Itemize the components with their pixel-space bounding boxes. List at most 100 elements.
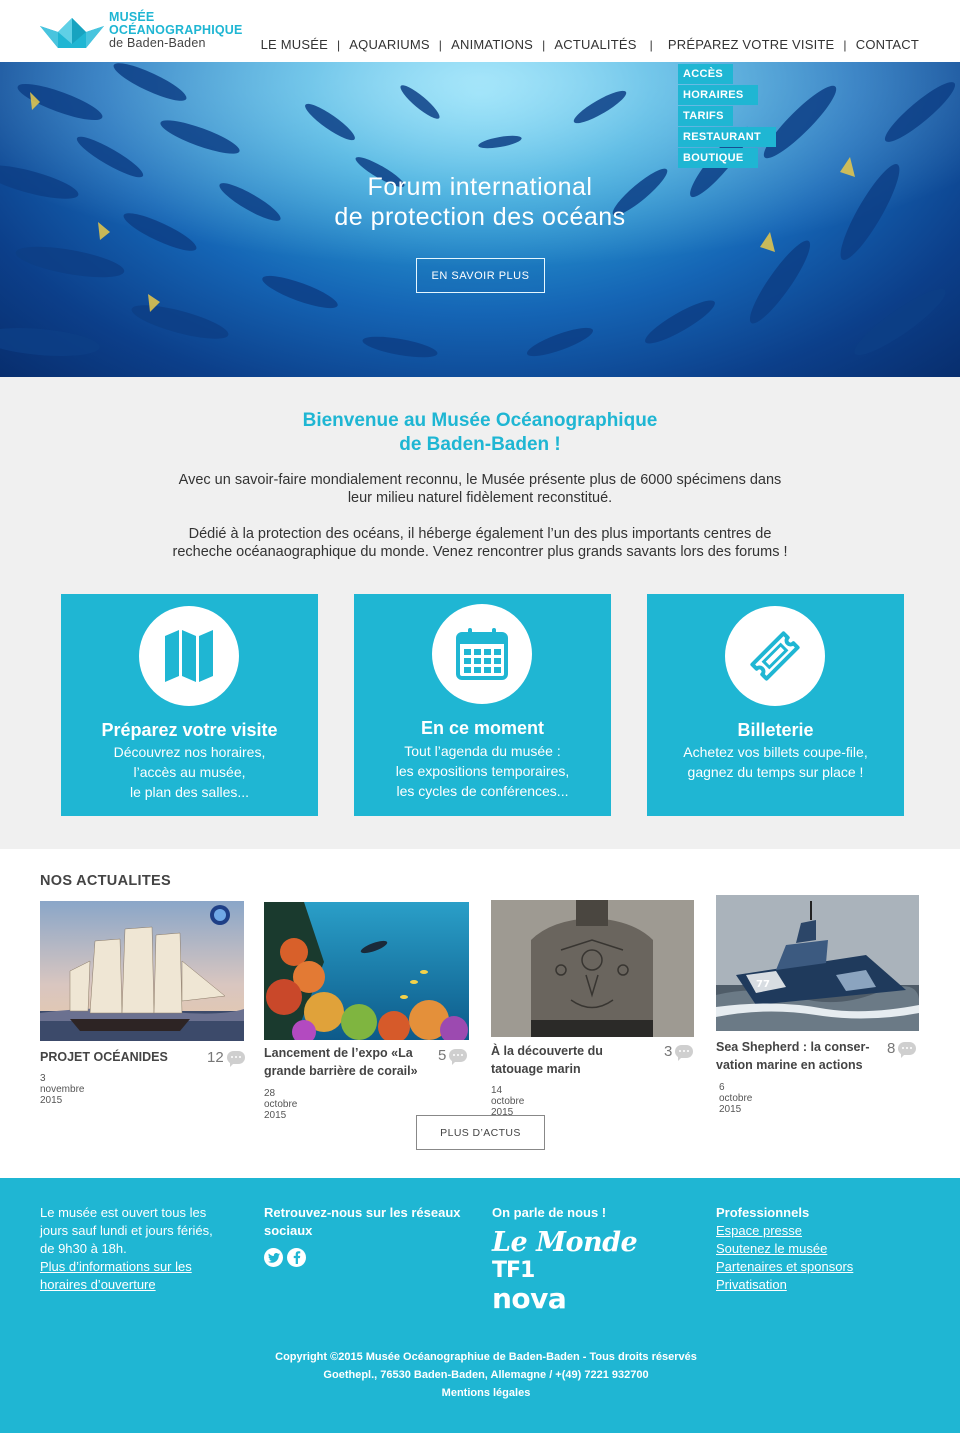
hours-info-link[interactable]: Plus d’informations sur les horaires d’o…	[40, 1258, 250, 1294]
welcome-paragraph-1: Avec un savoir-faire mondialement reconn…	[100, 471, 860, 507]
article-title-line: À la découverte du	[491, 1044, 603, 1058]
more-news-button[interactable]: PLUS D’ACTUS	[416, 1115, 545, 1150]
map-icon	[165, 630, 213, 682]
support-museum-link[interactable]: Soutenez le musée	[716, 1240, 926, 1258]
hero-title: Forum international de protection des oc…	[0, 172, 960, 232]
card-desc-line: Achetez vos billets coupe-file,	[683, 744, 868, 760]
welcome-p1-line2: leur milieu naturel fidèlement reconstit…	[347, 490, 613, 506]
card-description: Achetez vos billets coupe-file, gagnez d…	[647, 742, 904, 782]
dropdown-item-acces[interactable]: ACCÈS	[678, 64, 733, 84]
article-title[interactable]: Sea Shepherd : la conser- vation marine …	[716, 1038, 886, 1074]
card-preparez-votre-visite[interactable]: Préparez votre visite Découvrez nos hora…	[61, 594, 318, 816]
site-footer: Le musée est ouvert tous les jours sauf …	[0, 1178, 960, 1433]
logo-text: MUSÉE OCÉANOGRAPHIQUE de Baden-Baden	[109, 11, 243, 50]
dropdown-item-boutique[interactable]: BOUTIQUE	[678, 148, 758, 168]
comment-count[interactable]: 5	[438, 1047, 468, 1065]
card-desc-line: Tout l’agenda du musée :	[404, 743, 561, 759]
comment-count-value: 8	[887, 1040, 896, 1057]
article-thumbnail[interactable]	[491, 900, 694, 1037]
article-date: 6 octobre 2015	[719, 1082, 753, 1115]
dropdown-item-horaires[interactable]: HORAIRES	[678, 85, 758, 105]
article-title-line: PROJET OCÉANIDES	[40, 1050, 168, 1064]
nova-logo[interactable]: nova	[492, 1284, 692, 1314]
hours-info-link-line: Plus d’informations sur les	[40, 1259, 192, 1274]
site-header: MUSÉE OCÉANOGRAPHIQUE de Baden-Baden LE …	[0, 0, 960, 62]
coral-reef-image	[264, 902, 469, 1040]
card-icon-circle	[432, 604, 532, 704]
nav-item-animations[interactable]: ANIMATIONS	[442, 37, 542, 52]
hours-info-link-line: horaires d’ouverture	[40, 1277, 156, 1292]
footer-press: On parle de nous ! Le Monde TF1 nova	[492, 1204, 692, 1314]
article-title-line: Lancement de l’expo «La	[264, 1046, 413, 1060]
nav-item-le-musee[interactable]: LE MUSÉE	[252, 37, 337, 52]
footer-hours: Le musée est ouvert tous les jours sauf …	[40, 1204, 250, 1294]
comment-count[interactable]: 3	[664, 1043, 694, 1061]
logo-line-city: de Baden-Baden	[109, 36, 206, 50]
footer-social: Retrouvez-nous sur les réseaux sociaux	[264, 1204, 479, 1267]
press-space-link[interactable]: Espace presse	[716, 1222, 926, 1240]
hero-title-line2: de protection des océans	[334, 203, 626, 231]
nav-item-contact[interactable]: CONTACT	[847, 37, 919, 52]
card-title: Billeterie	[737, 720, 814, 740]
facebook-icon[interactable]	[287, 1248, 306, 1267]
article-title-line: vation marine en actions	[716, 1058, 863, 1072]
article-thumbnail[interactable]	[40, 901, 244, 1041]
dropdown-item-tarifs[interactable]: TARIFS	[678, 106, 733, 126]
comment-count[interactable]: 8	[887, 1040, 917, 1058]
footer-social-title-line: Retrouvez-nous sur les réseaux	[264, 1205, 461, 1220]
twitter-icon[interactable]	[264, 1248, 283, 1267]
nav-item-actualites[interactable]: ACTUALITÉS	[545, 37, 649, 52]
article-thumbnail[interactable]: 77	[716, 895, 919, 1031]
footer-press-title: On parle de nous !	[492, 1205, 607, 1220]
article-title-line: tatouage marin	[491, 1062, 581, 1076]
news-section: NOS ACTUALITES PROJET OCÉANIDES 3 novemb…	[0, 849, 960, 1178]
social-links	[264, 1248, 479, 1267]
nav-item-preparez-votre-visite[interactable]: PRÉPAREZ VOTRE VISITE	[653, 37, 844, 52]
learn-more-button[interactable]: EN SAVOIR PLUS	[416, 258, 545, 293]
article-thumbnail[interactable]	[264, 902, 469, 1040]
ticket-icon	[750, 631, 800, 681]
comment-count[interactable]: 12	[207, 1049, 245, 1067]
welcome-p2-line2: recheche océanaographique du monde. Vene…	[172, 544, 788, 560]
tf1-logo[interactable]: TF1	[492, 1258, 692, 1284]
welcome-title-line1: Bienvenue au Musée Océanographique	[302, 410, 658, 431]
sea-shepherd-ship-image: 77	[716, 895, 919, 1031]
dropdown-item-restaurant[interactable]: RESTAURANT	[678, 127, 776, 147]
footer-pro-title: Professionnels	[716, 1205, 810, 1220]
comment-count-value: 5	[438, 1047, 447, 1064]
card-billeterie[interactable]: Billeterie Achetez vos billets coupe-fil…	[647, 594, 904, 816]
article-title-line: grande barrière de corail»	[264, 1064, 418, 1078]
article-title[interactable]: À la découverte du tatouage marin	[491, 1042, 661, 1078]
visit-dropdown-menu: ACCÈS HORAIRES TARIFS RESTAURANT BOUTIQU…	[678, 64, 776, 169]
card-title: En ce moment	[420, 718, 545, 738]
hero-banner: ACCÈS HORAIRES TARIFS RESTAURANT BOUTIQU…	[0, 62, 960, 377]
card-desc-line: l’accès au musée,	[133, 764, 246, 780]
comment-bubble-icon	[898, 1042, 917, 1058]
welcome-p2-line1: Dédié à la protection des océans, il héb…	[188, 526, 772, 542]
site-logo[interactable]: MUSÉE OCÉANOGRAPHIQUE de Baden-Baden	[40, 10, 250, 56]
article-title[interactable]: PROJET OCÉANIDES	[40, 1048, 210, 1066]
paper-boat-icon	[40, 18, 104, 48]
main-nav: LE MUSÉE | AQUARIUMS | ANIMATIONS | ACTU…	[252, 37, 919, 52]
svg-text:77: 77	[756, 979, 770, 990]
nav-item-aquariums[interactable]: AQUARIUMS	[340, 37, 439, 52]
article-title[interactable]: Lancement de l’expo «La grande barrière …	[264, 1044, 434, 1080]
card-desc-line: Découvrez nos horaires,	[113, 744, 266, 760]
card-icon-circle	[725, 606, 825, 706]
privatisation-link[interactable]: Privatisation	[716, 1276, 926, 1294]
article-date: 3 novembre 2015	[40, 1073, 85, 1106]
tall-ship-image	[40, 901, 244, 1041]
welcome-paragraph-2: Dédié à la protection des océans, il héb…	[100, 525, 860, 561]
news-section-title: NOS ACTUALITES	[40, 873, 171, 889]
le-monde-logo[interactable]: Le Monde	[492, 1228, 692, 1258]
partners-sponsors-link[interactable]: Partenaires et sponsors	[716, 1258, 926, 1276]
card-en-ce-moment[interactable]: En ce moment Tout l’agenda du musée : le…	[354, 594, 611, 816]
footer-social-title-line: sociaux	[264, 1223, 313, 1238]
welcome-p1-line1: Avec un savoir-faire mondialement reconn…	[178, 472, 782, 488]
card-description: Découvrez nos horaires, l’accès au musée…	[61, 742, 318, 802]
footer-hours-line: Le musée est ouvert tous les	[40, 1205, 207, 1220]
article-date: 28 octobre 2015	[264, 1088, 298, 1121]
legal-notice-link[interactable]: Mentions légales	[0, 1384, 960, 1402]
tf1-logo-text: TF1	[492, 1258, 535, 1283]
card-icon-circle	[139, 606, 239, 706]
